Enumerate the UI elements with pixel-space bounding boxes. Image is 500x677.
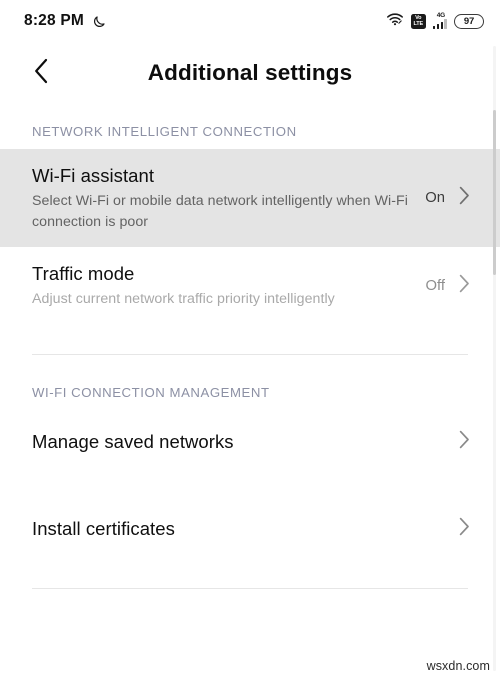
network-generation-label: 4G xyxy=(436,12,446,19)
section-header-wifi-connection-management: WI-FI CONNECTION MANAGEMENT xyxy=(32,385,270,400)
bottom-spacer xyxy=(0,560,500,588)
status-bar: 8:28 PM Vo LTE 4G 97 xyxy=(0,0,500,42)
settings-row-subtitle: Adjust current network traffic priority … xyxy=(32,291,335,307)
signal-bars-icon: 4G xyxy=(432,12,447,29)
signal-bars xyxy=(432,18,447,29)
status-bar-right: Vo LTE 4G 97 xyxy=(386,12,484,31)
watermark: wsxdn.com xyxy=(426,659,490,673)
settings-row-manage-saved-networks[interactable]: Manage saved networks xyxy=(0,410,500,473)
volte-line-1: Vo xyxy=(415,14,422,21)
settings-row-title: Install certificates xyxy=(32,518,175,539)
settings-row-right: On xyxy=(425,186,470,210)
signal-bar-2 xyxy=(440,21,444,29)
settings-row-texts: Traffic mode Adjust current network traf… xyxy=(32,261,426,310)
settings-row-wifi-assistant[interactable]: Wi-Fi assistant Select Wi-Fi or mobile d… xyxy=(0,149,500,247)
volte-icon: Vo LTE xyxy=(410,13,426,29)
volte-line-2: LTE xyxy=(413,21,424,27)
app-bar: Additional settings xyxy=(0,42,500,104)
signal-bar-1 xyxy=(436,24,440,29)
page-title: Additional settings xyxy=(147,60,353,85)
chevron-right-icon xyxy=(459,430,470,454)
settings-row-title: Traffic mode xyxy=(32,263,135,284)
back-button[interactable] xyxy=(26,58,56,88)
settings-row-title: Manage saved networks xyxy=(32,431,234,452)
settings-row-value: Off xyxy=(425,277,445,294)
chevron-right-icon xyxy=(459,517,470,541)
settings-row-traffic-mode[interactable]: Traffic mode Adjust current network traf… xyxy=(0,247,500,324)
signal-bar-0 xyxy=(432,26,436,29)
settings-row-texts: Install certificates xyxy=(32,516,459,541)
chevron-left-icon xyxy=(33,58,50,89)
settings-row-title: Wi-Fi assistant xyxy=(32,165,155,186)
status-bar-left: 8:28 PM xyxy=(24,12,107,30)
crescent-moon-icon xyxy=(92,14,107,29)
signal-bar-3 xyxy=(444,19,447,29)
settings-row-texts: Wi-Fi assistant Select Wi-Fi or mobile d… xyxy=(32,163,425,233)
settings-row-right: Off xyxy=(426,274,470,298)
chevron-right-icon xyxy=(459,186,470,210)
section-header-network-intelligent-connection: NETWORK INTELLIGENT CONNECTION xyxy=(32,124,297,139)
scrollbar-thumb[interactable] xyxy=(493,110,496,275)
settings-row-install-certificates[interactable]: Install certificates xyxy=(0,497,500,560)
settings-row-right xyxy=(459,430,470,454)
settings-row-texts: Manage saved networks xyxy=(32,429,459,454)
bottom-divider xyxy=(32,588,468,589)
battery-indicator: 97 xyxy=(454,13,484,29)
status-time: 8:28 PM xyxy=(24,12,84,29)
settings-row-subtitle: Select Wi-Fi or mobile data network inte… xyxy=(32,193,408,230)
row-spacer xyxy=(0,473,500,497)
wifi-icon xyxy=(386,12,404,31)
settings-row-value: On xyxy=(425,190,445,206)
settings-row-right xyxy=(459,517,470,541)
chevron-right-icon xyxy=(459,274,470,298)
settings-scroll-area[interactable]: NETWORK INTELLIGENT CONNECTION Wi-Fi ass… xyxy=(0,104,500,589)
